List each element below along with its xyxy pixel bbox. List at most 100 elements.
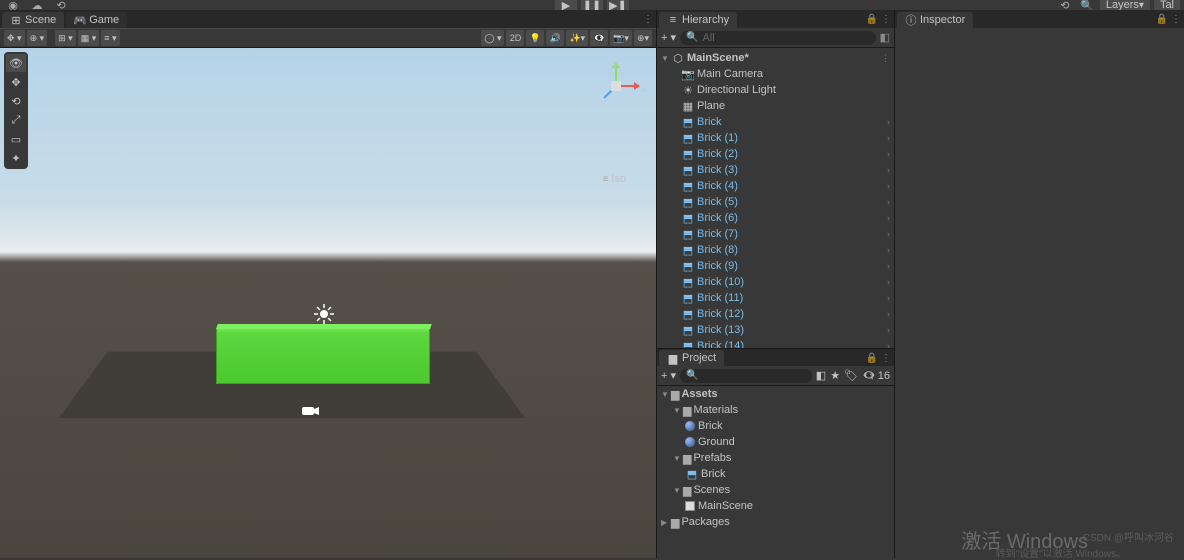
prefab-open-icon[interactable]: ›: [887, 341, 890, 348]
hierarchy-item-row[interactable]: ⬒Brick›: [657, 114, 894, 130]
top-toolbar: ◉ ☁ ⟲ ▶ ❚❚ ▶❚ ⟲ 🔍 Layers ▾ Tal: [0, 0, 1184, 10]
2d-toggle-button[interactable]: 2D: [506, 30, 524, 46]
hierarchy-item-row[interactable]: ⬒Brick (11)›: [657, 290, 894, 306]
tab-game[interactable]: 🎮Game: [66, 12, 127, 28]
cube-icon: ⬒: [681, 163, 695, 177]
prefab-open-icon[interactable]: ›: [887, 325, 890, 335]
tab-scene[interactable]: ⊞Scene: [2, 12, 64, 28]
inspector-tabs: ⓘInspector 🔒⋮: [895, 10, 1184, 28]
hierarchy-item-row[interactable]: ☀Directional Light: [657, 82, 894, 98]
lock-icon[interactable]: 🔒: [866, 12, 878, 26]
hierarchy-item-row[interactable]: ⬒Brick (4)›: [657, 178, 894, 194]
hierarchy-item-label: Brick (10): [697, 276, 744, 288]
tab-project[interactable]: ▆Project: [659, 350, 724, 366]
gizmos-dropdown[interactable]: ⊕▾: [634, 30, 652, 46]
hierarchy-item-row[interactable]: ⬒Brick (2)›: [657, 146, 894, 162]
hierarchy-item-row[interactable]: ⬒Brick (5)›: [657, 194, 894, 210]
material-ground-row[interactable]: Ground: [657, 434, 894, 450]
camera-dropdown[interactable]: 📷▾: [610, 30, 632, 46]
search-by-type-icon[interactable]: ◧: [816, 369, 826, 382]
hierarchy-item-row[interactable]: ⬒Brick (6)›: [657, 210, 894, 226]
snap-increment-button[interactable]: ▦ ▾: [78, 30, 100, 46]
cube-icon: ⬒: [681, 147, 695, 161]
prefab-open-icon[interactable]: ›: [887, 229, 890, 239]
hierarchy-item-row[interactable]: ⬒Brick (9)›: [657, 258, 894, 274]
material-icon: [685, 437, 695, 447]
tool-handle-dropdown[interactable]: ✥ ▾: [4, 30, 25, 46]
scene-viewport[interactable]: 👁 ✥ ⟲ ⤢ ▭ ✦ x y ≡ Iso: [0, 48, 656, 558]
prefab-open-icon[interactable]: ›: [887, 293, 890, 303]
prefab-open-icon[interactable]: ›: [887, 133, 890, 143]
scenes-folder-row[interactable]: ▼▆Scenes: [657, 482, 894, 498]
view-tool-button[interactable]: 👁: [6, 54, 26, 72]
rect-tool-button[interactable]: ▭: [6, 130, 26, 148]
hierarchy-item-row[interactable]: ▦Plane: [657, 98, 894, 114]
tab-inspector[interactable]: ⓘInspector: [897, 12, 973, 28]
prefab-open-icon[interactable]: ›: [887, 261, 890, 271]
move-tool-button[interactable]: ✥: [6, 73, 26, 91]
cube-icon: ⬒: [681, 307, 695, 321]
prefab-open-icon[interactable]: ›: [887, 197, 890, 207]
panel-menu-icon[interactable]: ⋮: [880, 351, 892, 365]
search-by-label-icon[interactable]: ★: [830, 369, 840, 382]
orientation-gizmo[interactable]: [592, 62, 640, 110]
prefab-open-icon[interactable]: ›: [887, 165, 890, 175]
rotate-tool-button[interactable]: ⟲: [6, 92, 26, 110]
scene-menu-icon[interactable]: ⋮: [881, 53, 890, 64]
prefab-open-icon[interactable]: ›: [887, 149, 890, 159]
camera-icon: 📷: [681, 67, 695, 81]
project-search-input[interactable]: 🔍: [680, 369, 812, 383]
panel-menu-icon[interactable]: ⋮: [1170, 12, 1182, 26]
packages-folder-row[interactable]: ▶▆Packages: [657, 514, 894, 530]
material-brick-row[interactable]: Brick: [657, 418, 894, 434]
prefab-open-icon[interactable]: ›: [887, 309, 890, 319]
scene-root-row[interactable]: ▼ ⬡ MainScene* ⋮: [657, 50, 894, 66]
prefab-open-icon[interactable]: ›: [887, 117, 890, 127]
prefab-open-icon[interactable]: ›: [887, 213, 890, 223]
create-dropdown[interactable]: + ▾: [661, 369, 676, 382]
prefab-brick-row[interactable]: ⬒Brick: [657, 466, 894, 482]
cube-icon: ⬒: [681, 211, 695, 225]
prefab-open-icon[interactable]: ›: [887, 181, 890, 191]
hierarchy-item-row[interactable]: ⬒Brick (13)›: [657, 322, 894, 338]
hierarchy-item-row[interactable]: ⬒Brick (1)›: [657, 130, 894, 146]
snap-toggle-button[interactable]: ≡ ▾: [101, 30, 119, 46]
lighting-toggle-button[interactable]: 💡: [526, 30, 544, 46]
hierarchy-item-row[interactable]: 📷Main Camera: [657, 66, 894, 82]
lock-icon[interactable]: 🔒: [1156, 12, 1168, 26]
grid-snap-button[interactable]: ⊞ ▾: [55, 30, 76, 46]
hierarchy-item-row[interactable]: ⬒Brick (12)›: [657, 306, 894, 322]
tab-hierarchy[interactable]: ≡Hierarchy: [659, 12, 737, 28]
create-dropdown[interactable]: + ▾: [661, 31, 676, 44]
prefab-open-icon[interactable]: ›: [887, 277, 890, 287]
fx-dropdown[interactable]: ✨▾: [566, 30, 588, 46]
hierarchy-tree[interactable]: ▼ ⬡ MainScene* ⋮ 📷Main Camera☀Directiona…: [657, 48, 894, 348]
draw-mode-dropdown[interactable]: ◯ ▾: [481, 30, 504, 46]
assets-folder-row[interactable]: ▼▆Assets: [657, 386, 894, 402]
hierarchy-item-row[interactable]: ⬒Brick (10)›: [657, 274, 894, 290]
hierarchy-item-row[interactable]: ⬒Brick (14)›: [657, 338, 894, 348]
panel-menu-icon[interactable]: ⋮: [880, 12, 892, 26]
lock-icon[interactable]: 🔒: [866, 351, 878, 365]
projection-label[interactable]: ≡ Iso: [603, 173, 626, 185]
visibility-toggle-button[interactable]: 👁‍🗨: [590, 30, 608, 46]
pivot-dropdown[interactable]: ⊕ ▾: [27, 30, 48, 46]
foldout-icon[interactable]: ▼: [661, 54, 671, 63]
hierarchy-item-row[interactable]: ⬒Brick (7)›: [657, 226, 894, 242]
prefab-open-icon[interactable]: ›: [887, 245, 890, 255]
cube-icon: ⬒: [681, 243, 695, 257]
materials-folder-row[interactable]: ▼▆Materials: [657, 402, 894, 418]
search-options-icon[interactable]: ◧: [880, 31, 890, 44]
hierarchy-item-row[interactable]: ⬒Brick (8)›: [657, 242, 894, 258]
panel-menu-icon[interactable]: ⋮: [642, 12, 654, 26]
prefabs-folder-row[interactable]: ▼▆Prefabs: [657, 450, 894, 466]
transform-tool-button[interactable]: ✦: [6, 149, 26, 167]
save-search-icon[interactable]: 🏷: [844, 369, 858, 382]
scene-asset-row[interactable]: MainScene: [657, 498, 894, 514]
hierarchy-item-row[interactable]: ⬒Brick (3)›: [657, 162, 894, 178]
hierarchy-search-input[interactable]: 🔍 All: [680, 31, 876, 45]
project-tree[interactable]: ▼▆Assets ▼▆Materials Brick Ground ▼▆Pref…: [657, 386, 894, 558]
cube-icon: ⬒: [681, 195, 695, 209]
audio-toggle-button[interactable]: 🔊: [546, 30, 564, 46]
scale-tool-button[interactable]: ⤢: [6, 111, 26, 129]
